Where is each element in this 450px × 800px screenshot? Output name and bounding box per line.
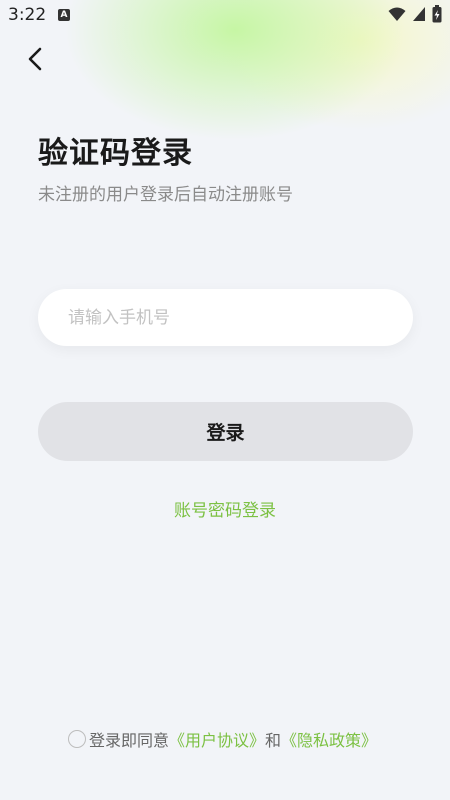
cellular-signal-icon [412, 6, 426, 26]
agreement-row: 登录即同意 《用户协议》 和 《隐私政策》 [68, 728, 377, 750]
back-button[interactable] [20, 46, 50, 76]
phone-number-input[interactable] [38, 289, 413, 346]
chevron-left-icon [27, 47, 43, 75]
page-title: 验证码登录 [38, 136, 193, 171]
agreement-prefix: 登录即同意 [89, 731, 170, 750]
status-time: 3:22 [8, 5, 47, 25]
privacy-policy-link[interactable]: 《隐私政策》 [281, 727, 377, 751]
wifi-icon [388, 6, 406, 26]
agreement-conjunction: 和 [265, 731, 282, 750]
status-bar: 3:22 A [0, 0, 450, 32]
password-login-link[interactable]: 账号密码登录 [0, 496, 450, 521]
agreement-checkbox[interactable] [68, 730, 86, 748]
page-subtitle: 未注册的用户登录后自动注册账号 [38, 185, 293, 205]
notification-app-icon: A [58, 9, 70, 21]
login-button[interactable]: 登录 [38, 402, 413, 461]
status-icons [388, 5, 442, 27]
battery-charging-icon [432, 5, 442, 27]
user-agreement-link[interactable]: 《用户协议》 [169, 727, 265, 751]
